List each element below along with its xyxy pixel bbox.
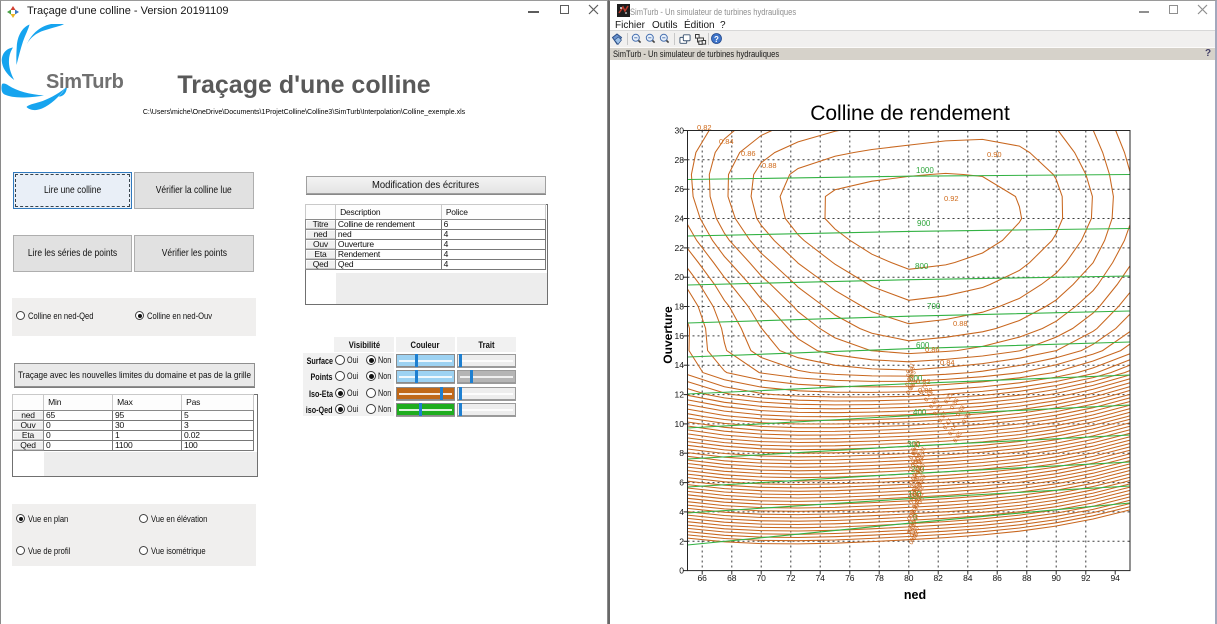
svg-text:0.86: 0.86 [925, 345, 940, 354]
svg-text:20: 20 [675, 272, 685, 282]
svg-text:0.88: 0.88 [762, 161, 777, 170]
svg-text:14: 14 [675, 360, 685, 370]
svg-text:76: 76 [845, 573, 855, 583]
svg-text:2: 2 [679, 536, 684, 546]
svg-text:30: 30 [675, 126, 685, 136]
svg-text:?: ? [714, 35, 719, 44]
svg-text:6: 6 [679, 478, 684, 488]
svg-text:0.88: 0.88 [953, 319, 968, 328]
svg-text:4: 4 [679, 507, 684, 517]
svg-text:94: 94 [1110, 573, 1120, 583]
svg-text:86: 86 [992, 573, 1002, 583]
svg-text:92: 92 [1081, 573, 1091, 583]
svg-text:22: 22 [675, 243, 685, 253]
svg-text:72: 72 [786, 573, 796, 583]
svg-text:Colline de rendement: Colline de rendement [810, 102, 1010, 125]
svg-text:66: 66 [697, 573, 707, 583]
svg-text:8: 8 [679, 448, 684, 458]
svg-text:70: 70 [756, 573, 766, 583]
svg-text:88: 88 [1022, 573, 1032, 583]
svg-text:24: 24 [675, 214, 685, 224]
svg-text:68: 68 [727, 573, 737, 583]
svg-text:74: 74 [815, 573, 825, 583]
svg-text:800: 800 [915, 262, 929, 271]
svg-text:0.90: 0.90 [987, 150, 1002, 159]
svg-text:0.92: 0.92 [944, 194, 959, 203]
svg-text:26: 26 [675, 184, 685, 194]
svg-text:84: 84 [963, 573, 973, 583]
svg-text:0.84: 0.84 [940, 358, 955, 367]
svg-text:0.84: 0.84 [719, 137, 734, 146]
svg-text:16: 16 [675, 331, 685, 341]
svg-text:18: 18 [675, 302, 685, 312]
svg-text:90: 90 [1051, 573, 1061, 583]
svg-text:82: 82 [933, 573, 943, 583]
svg-text:1000: 1000 [916, 166, 934, 175]
svg-text:900: 900 [917, 219, 931, 228]
svg-text:Ouverture: Ouverture [661, 306, 675, 364]
svg-text:80: 80 [904, 573, 914, 583]
svg-text:10: 10 [675, 419, 685, 429]
svg-text:28: 28 [675, 155, 685, 165]
svg-text:12: 12 [675, 390, 685, 400]
svg-text:400: 400 [913, 408, 927, 417]
svg-text:700: 700 [927, 302, 941, 311]
svg-text:78: 78 [874, 573, 884, 583]
svg-text:0: 0 [679, 566, 684, 576]
svg-text:ned: ned [904, 588, 926, 602]
svg-text:0.86: 0.86 [741, 149, 756, 158]
